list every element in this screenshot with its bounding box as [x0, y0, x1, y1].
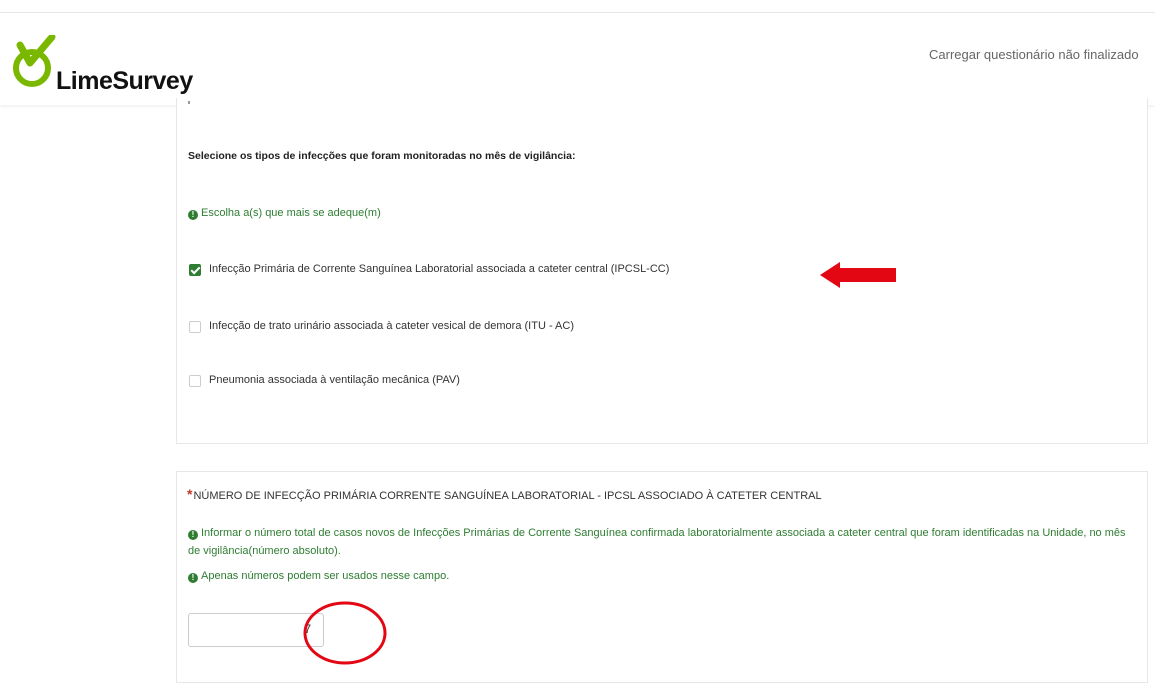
exclamation-circle-icon: !	[188, 530, 198, 540]
question-title: *NÚMERO DE INFECÇÃO PRIMÁRIA CORRENTE SA…	[187, 486, 822, 502]
exclamation-circle-icon: !	[188, 573, 198, 583]
checkbox-checked[interactable]	[189, 264, 201, 276]
exclamation-circle-icon: !	[188, 210, 198, 220]
limesurvey-logo[interactable]: LimeSurvey	[12, 35, 212, 95]
help-text: Escolha a(s) que mais se adeque(m)	[201, 207, 381, 219]
lime-logo-icon	[13, 35, 56, 87]
question-title: Selecione os tipos de infecções que fora…	[188, 150, 576, 162]
required-asterisk: *	[187, 486, 193, 502]
circle-highlight-icon	[303, 601, 387, 665]
checkbox-unchecked[interactable]	[189, 375, 201, 387]
help-text: Informar o número total de casos novos d…	[188, 527, 1126, 557]
site-header: LimeSurvey Carregar questionário não fin…	[0, 13, 1155, 105]
option-label: Infecção Primária de Corrente Sanguínea …	[209, 263, 670, 275]
question-help: ! Escolha a(s) que mais se adeque(m)	[188, 207, 381, 220]
question-marker	[188, 101, 190, 104]
option-label: Pneumonia associada à ventilação mecânic…	[209, 374, 460, 386]
question-title-text: NÚMERO DE INFECÇÃO PRIMÁRIA CORRENTE SAN…	[193, 490, 822, 502]
load-unfinished-survey-link[interactable]: Carregar questionário não finalizado	[929, 47, 1139, 62]
logo-text: LimeSurvey	[56, 67, 193, 95]
option-label: Infecção de trato urinário associada à c…	[209, 320, 575, 332]
left-arrow-icon	[820, 262, 896, 288]
help-text: Apenas números podem ser usados nesse ca…	[201, 570, 450, 582]
numbers-only-help: ! Apenas números podem ser usados nesse c…	[188, 570, 449, 583]
question-help: ! Informar o número total de casos novos …	[188, 524, 1138, 560]
checkbox-unchecked[interactable]	[189, 321, 201, 333]
